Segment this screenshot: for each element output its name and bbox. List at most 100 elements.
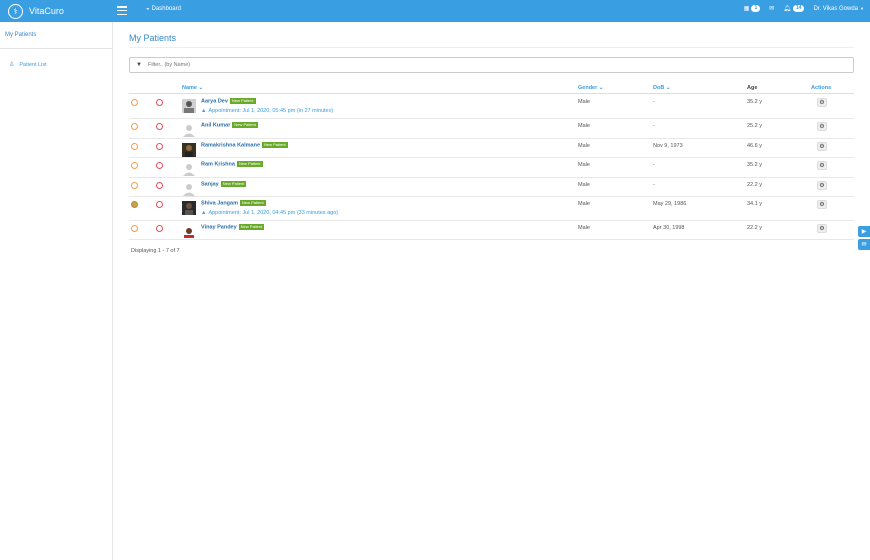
- gender-cell: Male: [578, 225, 590, 231]
- new-patient-badge: New Patient: [238, 224, 265, 230]
- new-patient-badge: New Patient: [262, 142, 288, 148]
- dashboard-label: Dashboard: [151, 6, 181, 12]
- caret-down-icon: ▼: [860, 6, 864, 11]
- column-header-age: Age: [747, 85, 758, 91]
- status-radio[interactable]: [131, 162, 138, 169]
- select-radio[interactable]: [156, 99, 163, 106]
- age-cell: 25.2 y: [747, 123, 762, 129]
- new-patient-badge: New Patient: [240, 200, 266, 206]
- calendar-badge: 1: [751, 5, 761, 12]
- main-content: My Patients ▼ Name ⌄ Gender ⌄ DoB ⌄ Age …: [113, 22, 870, 560]
- age-cell: 35.2 y: [747, 99, 762, 105]
- brand[interactable]: ⚕ VitaCuro: [8, 3, 64, 19]
- dob-cell: Apr 30, 1998: [653, 225, 685, 231]
- envelope-icon: ✉: [769, 6, 775, 12]
- table-row[interactable]: Aarya Dev New Patient ▲ Appointment: Jul 1…: [129, 95, 854, 119]
- filter-input[interactable]: [147, 62, 748, 68]
- sort-chevron-icon: ⌄: [598, 85, 604, 91]
- gear-icon[interactable]: ⚙: [817, 181, 827, 190]
- chat-icon[interactable]: ✉: [858, 239, 870, 250]
- select-radio[interactable]: [156, 182, 163, 189]
- patient-name-link[interactable]: Aarya Dev New Patient: [201, 98, 256, 104]
- dashboard-icon: ◒: [146, 6, 150, 12]
- app-name: VitaCuro: [29, 6, 64, 16]
- status-radio[interactable]: [131, 182, 138, 189]
- gear-icon[interactable]: ⚙: [817, 122, 827, 131]
- table-row[interactable]: Vinay Pandey New Patient Male Apr 30, 199…: [129, 221, 854, 240]
- status-radio[interactable]: [131, 201, 138, 208]
- floating-side-tabs: ▶ ✉: [858, 226, 870, 252]
- table-row[interactable]: Shiva Jangam New Patient ▲ Appointment: Ju…: [129, 197, 854, 221]
- table-row[interactable]: Anil Kumar New Patient Male - 25.2 y ⚙: [129, 119, 854, 139]
- table-row[interactable]: Ram Krishna New Patient Male - 35.2 y ⚙: [129, 158, 854, 178]
- avatar: [183, 184, 195, 196]
- video-call-icon[interactable]: ▶: [858, 226, 870, 237]
- gear-icon[interactable]: ⚙: [817, 98, 827, 107]
- avatar: [182, 143, 196, 157]
- column-header-dob[interactable]: DoB ⌄: [653, 85, 670, 91]
- sidebar-divider: [0, 48, 112, 49]
- column-header-gender[interactable]: Gender ⌄: [578, 85, 603, 91]
- patient-name-link[interactable]: Sanjay New Patient: [201, 181, 247, 187]
- select-radio[interactable]: [156, 123, 163, 130]
- user-name: Dr. Vikas Gowda: [813, 5, 859, 12]
- calendar-icon: ▦: [743, 6, 750, 12]
- calendar-button[interactable]: ▦ 1: [743, 5, 761, 12]
- vitacuro-logo-icon: ⚕: [8, 3, 23, 19]
- bell-icon: 🔔︎: [783, 6, 791, 12]
- appointment-info: ▲ Appointment: Jul 1, 2020, 04:45 pm (33 …: [201, 210, 339, 216]
- dashboard-link[interactable]: ◒ Dashboard: [146, 6, 181, 12]
- avatar: [182, 225, 196, 239]
- patient-name-link[interactable]: Shiva Jangam New Patient: [201, 200, 266, 206]
- age-cell: 22.2 y: [747, 182, 762, 188]
- warning-icon: ▲: [201, 108, 207, 114]
- select-radio[interactable]: [156, 162, 163, 169]
- gear-icon[interactable]: ⚙: [817, 161, 827, 170]
- new-patient-badge: New Patient: [220, 181, 247, 187]
- gender-cell: Male: [578, 201, 590, 207]
- pagination-summary: Displaying 1 - 7 of 7: [131, 248, 180, 254]
- age-cell: 35.2 y: [747, 162, 762, 168]
- avatar: [183, 125, 195, 137]
- menu-toggle-icon[interactable]: [117, 6, 127, 15]
- patient-name-link[interactable]: Ram Krishna New Patient: [201, 161, 263, 167]
- title-divider: [129, 47, 854, 48]
- avatar: [182, 201, 196, 215]
- filter-icon: ▼: [136, 62, 142, 68]
- patient-name-link[interactable]: Ramakrishna Kalmane New Patient: [201, 142, 288, 148]
- dob-cell: -: [653, 182, 655, 188]
- appointment-info: ▲ Appointment: Jul 1, 2020, 05:45 pm (in …: [201, 108, 334, 114]
- table-row[interactable]: Sanjay New Patient Male - 22.2 y ⚙: [129, 178, 854, 197]
- status-radio[interactable]: [131, 99, 138, 106]
- status-radio[interactable]: [131, 143, 138, 150]
- notifications-badge: 14: [792, 5, 805, 12]
- dob-cell: -: [653, 162, 655, 168]
- avatar: [182, 99, 196, 113]
- messages-button[interactable]: ✉: [769, 5, 774, 12]
- top-navbar: ⚕ VitaCuro ◒ Dashboard ▦ 1 ✉ 🔔︎ 14 Dr. V…: [0, 0, 870, 22]
- table-row[interactable]: Ramakrishna Kalmane New Patient Male Nov …: [129, 139, 854, 158]
- dob-cell: Nov 9, 1973: [653, 143, 683, 149]
- sidebar-heading[interactable]: My Patients: [5, 32, 36, 38]
- age-cell: 34.1 y: [747, 201, 762, 207]
- status-radio[interactable]: [131, 225, 138, 232]
- gear-icon[interactable]: ⚙: [817, 200, 827, 209]
- gender-cell: Male: [578, 143, 590, 149]
- user-menu[interactable]: Dr. Vikas Gowda ▼: [813, 6, 864, 12]
- warning-icon: ▲: [201, 210, 207, 216]
- status-radio[interactable]: [131, 123, 138, 130]
- select-radio[interactable]: [156, 143, 163, 150]
- gear-icon[interactable]: ⚙: [817, 224, 827, 233]
- select-radio[interactable]: [156, 225, 163, 232]
- sidebar-item-patient-list[interactable]: ♙ Patient List: [9, 61, 47, 69]
- column-header-name[interactable]: Name ⌄: [182, 85, 203, 91]
- gender-cell: Male: [578, 123, 590, 129]
- patient-name-link[interactable]: Anil Kumar New Patient: [201, 122, 258, 128]
- patient-name-link[interactable]: Vinay Pandey New Patient: [201, 224, 265, 230]
- gear-icon[interactable]: ⚙: [817, 142, 827, 151]
- select-radio[interactable]: [156, 201, 163, 208]
- notifications-button[interactable]: 🔔︎ 14: [783, 5, 805, 12]
- filter-box: ▼: [129, 57, 854, 73]
- gender-cell: Male: [578, 162, 590, 168]
- new-patient-badge: New Patient: [236, 161, 263, 167]
